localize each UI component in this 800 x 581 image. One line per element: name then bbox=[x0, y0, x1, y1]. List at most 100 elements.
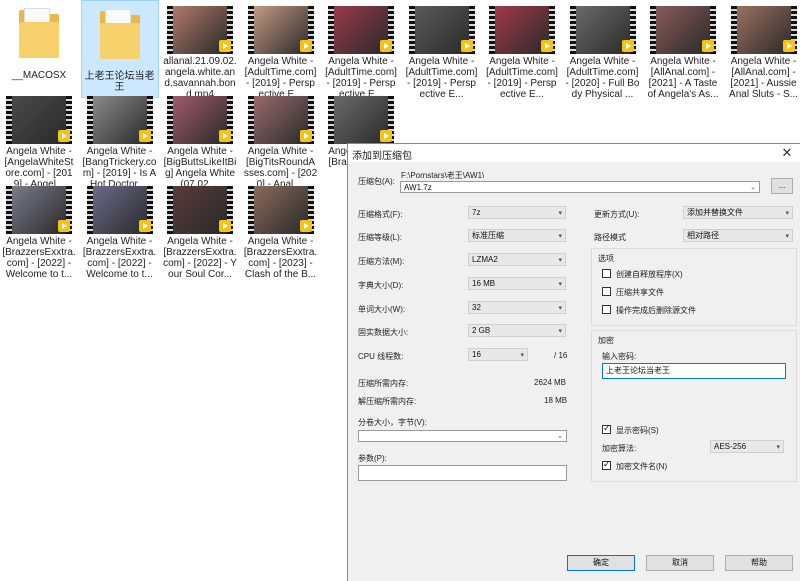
file-name: Angela White - [AdultTime.com] - [2019] … bbox=[486, 56, 558, 100]
help-button[interactable]: 帮助 bbox=[725, 555, 793, 571]
method-select[interactable]: LZMA2 ▾ bbox=[468, 253, 566, 266]
mem-comp-label: 压缩所需内存: bbox=[358, 379, 409, 388]
cancel-button[interactable]: 取消 bbox=[646, 555, 714, 571]
solid-select[interactable]: 2 GB ▾ bbox=[468, 324, 566, 337]
word-label: 单词大小(W): bbox=[358, 305, 406, 314]
options-group: 选项 创建自释放程序(X) 压缩共享文件 操作完成后删除源文件 bbox=[591, 248, 797, 326]
file-name: Angela White - [BrazzersExxtra.com] - [2… bbox=[243, 236, 318, 280]
video-file-item[interactable]: Angela White - [AllAnal.com] - [2021] - … bbox=[725, 0, 800, 100]
format-label: 压缩格式(F): bbox=[358, 210, 403, 219]
chevron-down-icon: ▾ bbox=[558, 281, 562, 288]
video-file-item[interactable]: Angela White - [BigButtsLikeItBig] Angel… bbox=[161, 90, 239, 190]
chevron-down-icon: ▾ bbox=[558, 233, 562, 240]
video-thumbnail bbox=[569, 6, 636, 54]
show-password-checkbox[interactable] bbox=[602, 423, 611, 434]
params-input[interactable] bbox=[358, 465, 567, 481]
video-thumbnail bbox=[247, 96, 314, 144]
archive-label: 压缩包(A): bbox=[358, 177, 395, 186]
update-select[interactable]: 添加并替换文件 ▾ bbox=[683, 206, 793, 219]
shared-checkbox[interactable] bbox=[602, 287, 611, 296]
play-badge-icon bbox=[219, 220, 231, 232]
method-value: LZMA2 bbox=[472, 255, 498, 264]
options-title: 选项 bbox=[598, 254, 614, 263]
folder-item[interactable]: 上老王论坛当老王 bbox=[80, 0, 159, 98]
video-file-item[interactable]: Angela White - [BigTitsRoundAsses.com] -… bbox=[242, 90, 320, 190]
video-file-item[interactable]: Angela White - [AdultTime.com] - [2020] … bbox=[564, 0, 642, 100]
pathmode-value: 相对路径 bbox=[687, 231, 719, 240]
video-file-item[interactable]: Angela White - [BrazzersExxtra.com] - [2… bbox=[161, 180, 239, 280]
delete-source-label: 操作完成后删除源文件 bbox=[616, 306, 696, 315]
password-input[interactable]: 上老王论坛当老王 bbox=[602, 363, 786, 379]
file-name: Angela White - [AllAnal.com] - [2021] - … bbox=[729, 56, 798, 100]
chevron-down-icon: ▾ bbox=[558, 305, 562, 312]
shared-label: 压缩共享文件 bbox=[616, 288, 664, 297]
video-thumbnail bbox=[247, 6, 314, 54]
file-name: Angela White - [BrazzersExxtra.com] - [2… bbox=[163, 236, 237, 280]
sfx-label: 创建自释放程序(X) bbox=[616, 270, 683, 279]
video-file-item[interactable]: Angela White - [AngelaWhiteStore.com] - … bbox=[0, 90, 78, 190]
video-file-item[interactable]: Angela White - [BrazzersExxtra.com] - [2… bbox=[0, 180, 78, 280]
video-thumbnail bbox=[86, 186, 153, 234]
play-badge-icon bbox=[702, 40, 714, 52]
format-select[interactable]: 7z ▾ bbox=[468, 206, 566, 219]
chevron-down-icon: ▾ bbox=[520, 352, 524, 359]
archive-name-input[interactable]: AW1.7z ⌄ bbox=[400, 181, 760, 193]
video-file-item[interactable]: Angela White - [BangTrickery.com] - [201… bbox=[81, 90, 159, 190]
level-select[interactable]: 标准压缩 ▾ bbox=[468, 229, 566, 242]
chevron-down-icon: ▾ bbox=[785, 210, 789, 217]
cpu-label: CPU 线程数: bbox=[358, 352, 404, 361]
file-name: __MACOSX bbox=[11, 70, 67, 81]
encrypt-names-checkbox[interactable] bbox=[602, 459, 611, 470]
video-file-item[interactable]: Angela White - [AdultTime.com] - [2019] … bbox=[242, 0, 320, 100]
video-file-item[interactable]: Angela White - [AdultTime.com] - [2019] … bbox=[483, 0, 561, 100]
chevron-down-icon: ▾ bbox=[558, 210, 562, 217]
video-thumbnail bbox=[167, 96, 233, 144]
video-file-item[interactable]: Angela White - [AdultTime.com] - [2019] … bbox=[403, 0, 481, 100]
folder-item[interactable]: __MACOSX bbox=[0, 0, 78, 98]
delete-source-checkbox[interactable] bbox=[602, 305, 611, 314]
play-badge-icon bbox=[219, 40, 231, 52]
play-badge-icon bbox=[380, 130, 392, 142]
video-thumbnail bbox=[247, 186, 314, 234]
params-label: 参数(P): bbox=[358, 454, 387, 463]
close-icon[interactable]: ✕ bbox=[780, 146, 794, 160]
video-thumbnail bbox=[86, 96, 153, 144]
play-badge-icon bbox=[380, 40, 392, 52]
play-badge-icon bbox=[219, 130, 231, 142]
file-name: Angela White - [AllAnal.com] - [2021] - … bbox=[647, 56, 719, 100]
video-file-item[interactable]: Angela White - [AdultTime.com] - [2019] … bbox=[322, 0, 400, 100]
chevron-down-icon: ▾ bbox=[776, 444, 780, 451]
video-file-item[interactable]: Angela White - [BrazzersExxtra.com] - [2… bbox=[81, 180, 159, 280]
enc-method-value: AES-256 bbox=[714, 442, 747, 451]
pathmode-select[interactable]: 相对路径 ▾ bbox=[683, 229, 793, 242]
video-thumbnail bbox=[489, 6, 555, 54]
chevron-down-icon: ▾ bbox=[558, 257, 562, 264]
dialog-titlebar[interactable]: 添加到压缩包 ✕ bbox=[348, 144, 800, 162]
video-file-item[interactable]: Angela White - [BrazzersExxtra.com] - [2… bbox=[242, 180, 320, 280]
video-file-item[interactable]: Angela White - [AllAnal.com] - [2021] - … bbox=[644, 0, 722, 100]
video-thumbnail bbox=[6, 186, 72, 234]
browse-button[interactable]: ... bbox=[771, 178, 793, 194]
sfx-checkbox[interactable] bbox=[602, 269, 611, 278]
chevron-down-icon[interactable]: ⌄ bbox=[750, 182, 756, 193]
dict-select[interactable]: 16 MB ▾ bbox=[468, 277, 566, 290]
video-thumbnail bbox=[730, 6, 797, 54]
cpu-select[interactable]: 16 ▾ bbox=[468, 348, 528, 361]
show-password-label: 显示密码(S) bbox=[616, 426, 659, 435]
ok-button[interactable]: 确定 bbox=[567, 555, 635, 571]
update-label: 更新方式(U): bbox=[594, 210, 640, 219]
dict-label: 字典大小(D): bbox=[358, 281, 404, 290]
file-name: Angela White - [BrazzersExxtra.com] - [2… bbox=[82, 236, 157, 280]
dict-value: 16 MB bbox=[472, 279, 496, 288]
video-file-item[interactable]: allanal.21.09.02.angela.white.and.savann… bbox=[161, 0, 239, 100]
word-select[interactable]: 32 ▾ bbox=[468, 301, 566, 314]
split-input[interactable]: ⌄ bbox=[358, 430, 567, 442]
enc-method-select[interactable]: AES-256 ▾ bbox=[710, 440, 784, 453]
archive-path: F:\Pornstars\老王\AW1\ bbox=[401, 171, 485, 180]
video-thumbnail bbox=[328, 96, 394, 144]
pathmode-label: 路径模式 bbox=[594, 233, 626, 242]
play-badge-icon bbox=[58, 130, 70, 142]
file-name: Angela White - [BrazzersExxtra.com] - [2… bbox=[2, 236, 76, 280]
mem-decomp-label: 解压缩所需内存: bbox=[358, 397, 417, 406]
folder-icon bbox=[99, 9, 140, 61]
